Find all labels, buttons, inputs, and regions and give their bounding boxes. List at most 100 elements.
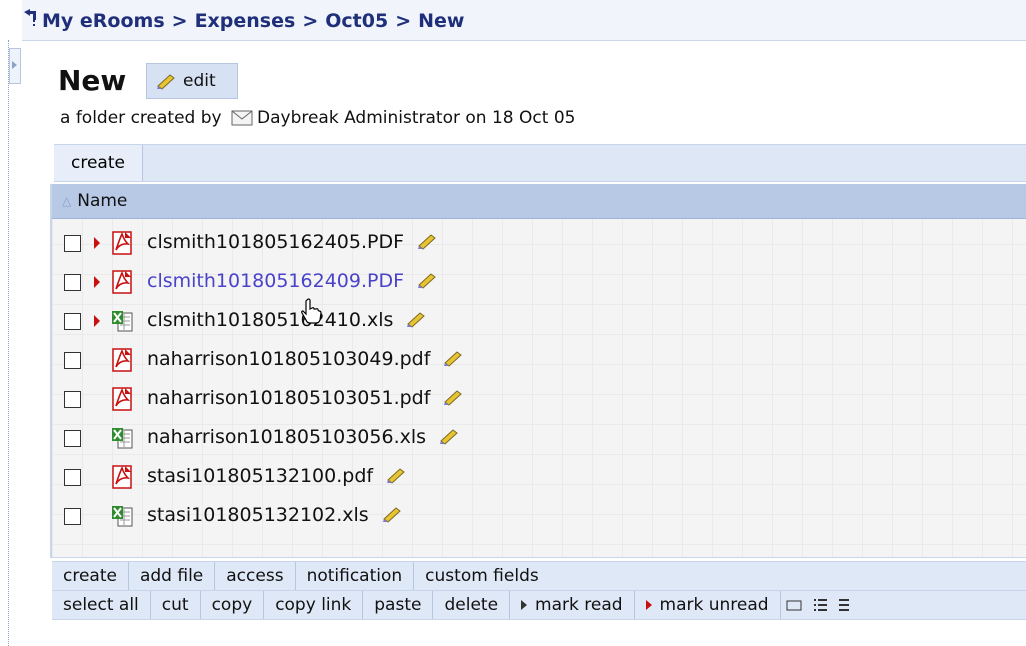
edit-pencil-icon[interactable] [438,427,460,450]
left-rail [8,40,17,646]
row-checkbox[interactable] [64,312,81,330]
mark-read-button[interactable]: mark read [510,591,635,619]
row-checkbox[interactable] [64,429,81,447]
notification-button[interactable]: notification [296,562,415,590]
edit-pencil-icon[interactable] [442,388,464,411]
actions-toolbar: create add file access notification cust… [52,561,1026,590]
file-row[interactable]: clsmith101805162410.xls [52,302,1026,340]
author-name[interactable]: Daybreak Administrator [257,108,460,128]
created-date: on 18 Oct 05 [465,108,576,128]
file-name-text: stasi101805132100.pdf [147,465,374,487]
file-list: △ Name clsmith101805162405.PDF clsmith101… [50,184,1026,558]
edit-pencil-icon[interactable] [385,466,407,489]
expand-arrow-icon [12,61,17,69]
unread-arrow-icon [645,600,652,610]
add-file-button[interactable]: add file [129,562,216,590]
row-checkbox[interactable] [64,351,81,369]
hand-cursor-icon [301,298,322,324]
unread-marker-icon [94,237,100,249]
edit-label: edit [183,71,216,91]
file-name-text: clsmith101805162410.xls [147,309,394,331]
view-icons-button[interactable] [781,591,807,619]
file-name[interactable]: naharrison101805103049.pdf [147,348,464,372]
create-tab[interactable]: create [54,145,143,181]
mark-unread-button[interactable]: mark unread [635,591,781,619]
file-row[interactable]: clsmith101805162409.PDF [52,263,1026,301]
folder-subtitle: a folder created by Daybreak Administrat… [60,108,575,128]
file-row[interactable]: stasi101805132102.xls [52,497,1026,535]
file-name[interactable]: stasi101805132102.xls [147,504,403,528]
file-name[interactable]: naharrison101805103056.xls [147,426,460,450]
edit-pencil-icon[interactable] [416,232,438,255]
page-title: New [58,64,127,97]
details-view-icon [838,599,849,611]
file-name-text: clsmith101805162409.PDF [147,270,405,292]
unread-marker-icon [94,276,100,288]
view-details-button[interactable] [833,591,855,619]
file-name-text: naharrison101805103051.pdf [147,387,431,409]
copy-link-button[interactable]: copy link [264,591,364,619]
sidebar-expand-handle[interactable] [9,48,21,84]
list-view-icon [813,599,827,611]
edit-pencil-icon[interactable] [381,505,403,528]
icon-view-icon [786,600,802,611]
excel-file-icon[interactable] [110,503,134,529]
edit-pencil-icon[interactable] [405,310,427,333]
column-name-label: Name [77,191,128,211]
breadcrumb-separator: > [302,10,319,32]
file-name-text: naharrison101805103056.xls [147,426,427,448]
file-name-text: naharrison101805103049.pdf [147,348,431,370]
create-button[interactable]: create [52,562,129,590]
file-name-text: stasi101805132102.xls [147,504,369,526]
row-checkbox[interactable] [64,468,81,486]
file-name[interactable]: stasi101805132100.pdf [147,465,407,489]
edit-pencil-icon[interactable] [416,271,438,294]
breadcrumb-bar: My eRooms > Expenses > Oct05 > New [22,0,1026,41]
edit-pencil-icon[interactable] [442,349,464,372]
breadcrumb-current: New [418,10,465,32]
file-row[interactable]: naharrison101805103049.pdf [52,341,1026,379]
row-checkbox[interactable] [64,234,81,252]
file-name[interactable]: naharrison101805103051.pdf [147,387,464,411]
file-name-text: clsmith101805162405.PDF [147,231,405,253]
breadcrumb-my-erooms[interactable]: My eRooms [42,10,165,32]
sort-icon: △ [62,194,72,208]
paste-button[interactable]: paste [363,591,434,619]
breadcrumb-oct05[interactable]: Oct05 [325,10,388,32]
edit-button[interactable]: edit [146,63,238,99]
pdf-file-icon[interactable] [110,269,134,295]
row-checkbox[interactable] [64,390,81,408]
column-header-name[interactable]: △ Name [52,184,1026,219]
unread-marker-icon [94,315,100,327]
excel-file-icon[interactable] [110,425,134,451]
view-list-button[interactable] [807,591,833,619]
pdf-file-icon[interactable] [110,464,134,490]
cut-button[interactable]: cut [151,591,201,619]
mail-icon[interactable] [231,110,253,126]
up-arrow-icon[interactable] [20,8,40,30]
select-all-button[interactable]: select all [52,591,151,619]
row-checkbox[interactable] [64,507,81,525]
pdf-file-icon[interactable] [110,386,134,412]
pdf-file-icon[interactable] [110,230,134,256]
excel-file-icon[interactable] [110,308,134,334]
access-button[interactable]: access [215,562,296,590]
breadcrumb-expenses[interactable]: Expenses [195,10,296,32]
custom-fields-button[interactable]: custom fields [414,562,550,590]
pdf-file-icon[interactable] [110,347,134,373]
file-row[interactable]: naharrison101805103051.pdf [52,380,1026,418]
create-bar: create [54,144,1026,182]
file-row[interactable]: stasi101805132100.pdf [52,458,1026,496]
row-checkbox[interactable] [64,273,81,291]
delete-button[interactable]: delete [433,591,511,619]
breadcrumb-separator: > [395,10,412,32]
file-row[interactable]: clsmith101805162405.PDF [52,224,1026,262]
file-row[interactable]: naharrison101805103056.xls [52,419,1026,457]
file-name[interactable]: clsmith101805162410.xls [147,309,427,333]
file-name[interactable]: clsmith101805162405.PDF [147,231,438,255]
read-arrow-icon [521,600,528,610]
copy-button[interactable]: copy [201,591,265,619]
file-name[interactable]: clsmith101805162409.PDF [147,270,438,294]
breadcrumb: My eRooms > Expenses > Oct05 > New [42,10,464,32]
breadcrumb-separator: > [171,10,188,32]
